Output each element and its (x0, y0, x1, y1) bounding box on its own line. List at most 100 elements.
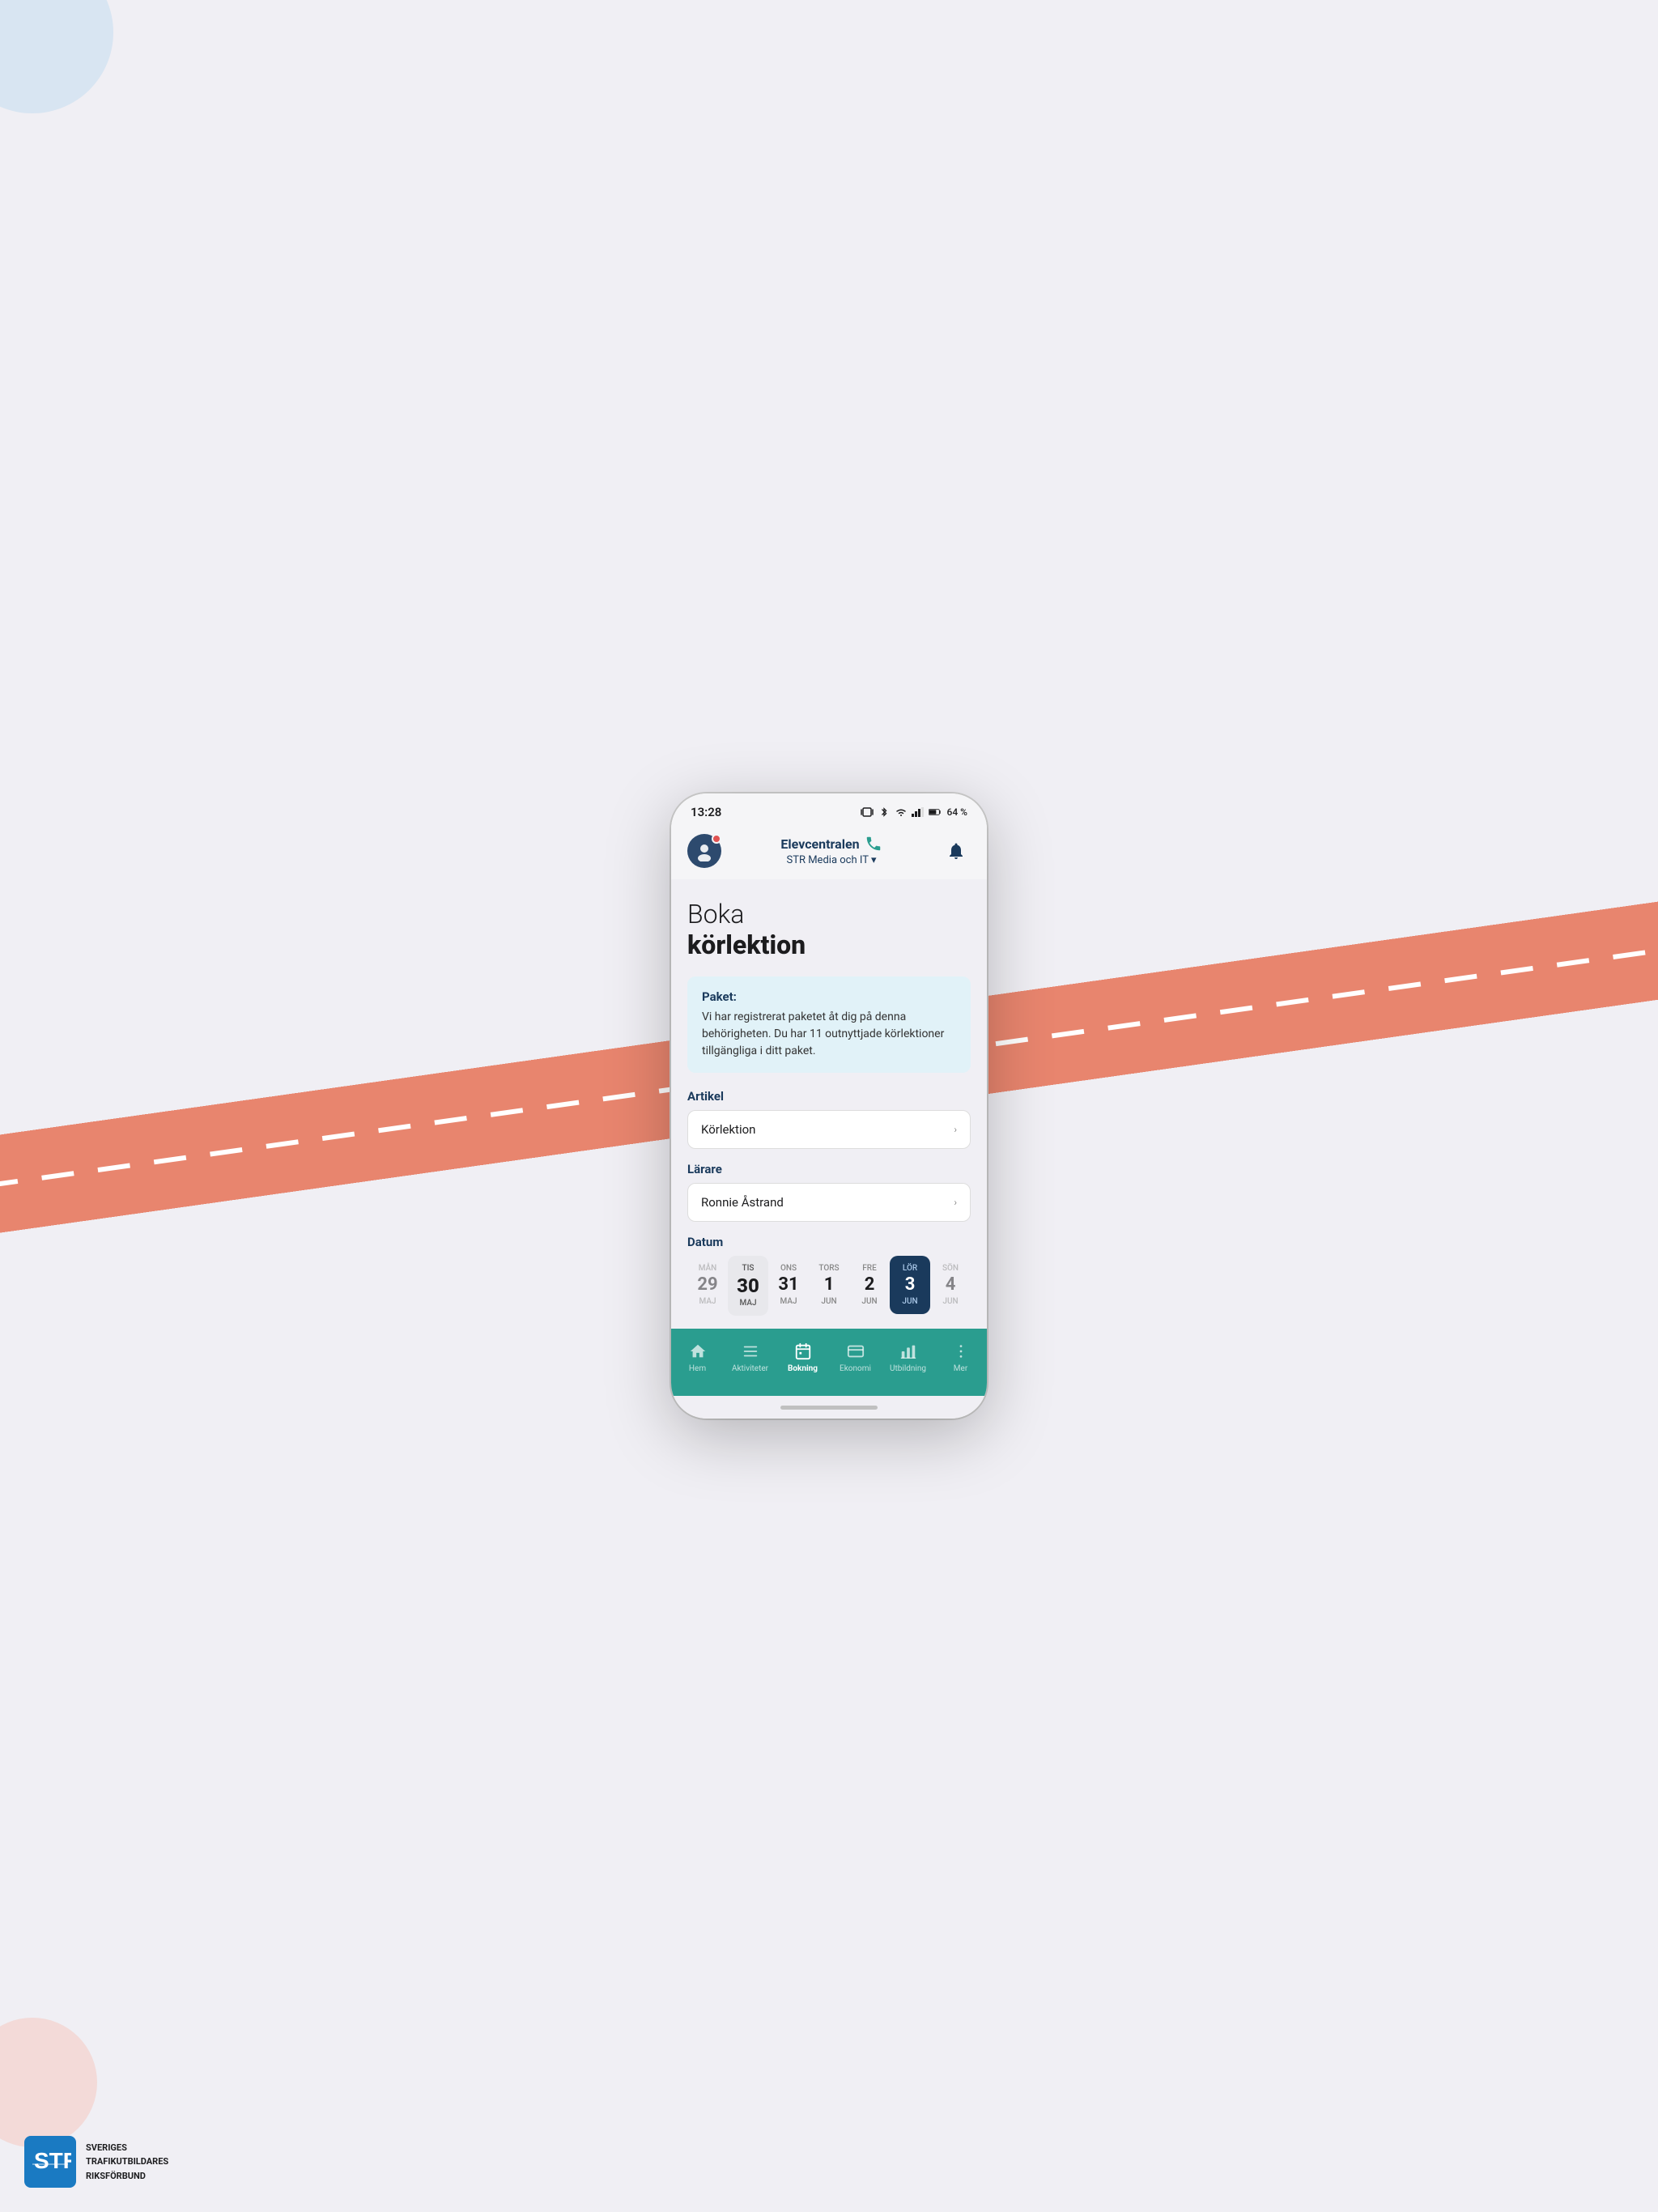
str-logo-abbrev: STR (29, 2139, 71, 2184)
date-row: MÅN 29 MAJ TIS 30 MAJ ONS 31 MAJ TORS 1 … (687, 1256, 971, 1316)
date-day-name: TIS (731, 1264, 765, 1273)
datum-section: Datum MÅN 29 MAJ TIS 30 MAJ ONS 31 MAJ T… (687, 1235, 971, 1316)
subtitle-chevron: ▾ (871, 854, 877, 866)
nav-item-aktiviteter[interactable]: Aktiviteter (724, 1338, 776, 1376)
str-logo-box: STR (24, 2136, 76, 2188)
larare-value: Ronnie Åstrand (701, 1195, 784, 1210)
main-content: Boka körlektion Paket: Vi har registrera… (671, 879, 987, 1329)
str-logo: STR SVERIGES TRAFIKUTBILDARES RIKSFÖRBUN… (24, 2136, 168, 2188)
card-nav-icon (846, 1342, 865, 1361)
date-month: MAJ (772, 1297, 806, 1306)
date-cell-fre[interactable]: FRE 2 JUN (849, 1256, 890, 1314)
battery-percent: 64 % (947, 806, 967, 818)
status-bar: 13:28 (671, 793, 987, 826)
str-org-name: SVERIGES TRAFIKUTBILDARES RIKSFÖRBUND (86, 2141, 168, 2184)
list-nav-icon (741, 1342, 760, 1361)
artikel-label: Artikel (687, 1089, 971, 1104)
calendar-nav-icon (793, 1342, 813, 1361)
battery-icon (929, 807, 942, 817)
date-month: MAJ (691, 1297, 725, 1306)
date-day-name: LÖR (893, 1264, 927, 1273)
date-month: JUN (852, 1297, 886, 1306)
subtitle-text: STR Media och IT (787, 854, 869, 866)
header-subtitle[interactable]: STR Media och IT ▾ (721, 854, 942, 866)
signal-icon (912, 807, 925, 817)
nav-item-bokning[interactable]: Bokning (776, 1338, 829, 1376)
status-time: 13:28 (691, 805, 721, 819)
page-title: Boka körlektion (687, 899, 971, 961)
nav-item-utbildning[interactable]: Utbildning (882, 1338, 934, 1376)
date-cell-mån[interactable]: MÅN 29 MAJ (687, 1256, 728, 1314)
chart-nav-icon (899, 1342, 918, 1361)
date-day-name: TORS (812, 1264, 846, 1273)
artikel-group: Artikel Körlektion › (687, 1089, 971, 1149)
artikel-chevron-icon: › (954, 1124, 957, 1135)
info-box: Paket: Vi har registrerat paketet åt dig… (687, 976, 971, 1073)
str-line2: TRAFIKUTBILDARES (86, 2155, 168, 2169)
home-indicator (671, 1396, 987, 1419)
nav-item-mer[interactable]: Mer (934, 1338, 987, 1376)
user-avatar-icon (694, 840, 715, 861)
header-brand: Elevcentralen (721, 835, 942, 853)
date-cell-sön[interactable]: SÖN 4 JUN (930, 1256, 971, 1314)
str-line1: SVERIGES (86, 2141, 168, 2155)
date-cell-tors[interactable]: TORS 1 JUN (809, 1256, 849, 1314)
date-day-name: FRE (852, 1264, 886, 1273)
nav-label-mer: Mer (954, 1364, 967, 1373)
nav-label-ekonomi: Ekonomi (840, 1364, 871, 1373)
date-month: JUN (812, 1297, 846, 1306)
bg-circle-top (0, 0, 113, 113)
phone-container: 13:28 (671, 793, 987, 1419)
date-day-name: MÅN (691, 1264, 725, 1273)
date-cell-tis[interactable]: TIS 30 MAJ (728, 1256, 768, 1316)
datum-label: Datum (687, 1235, 971, 1249)
home-indicator-bar (780, 1406, 878, 1410)
bluetooth-icon (878, 807, 891, 817)
status-icons: 64 % (861, 806, 967, 818)
notification-bell[interactable] (942, 836, 971, 866)
date-number: 31 (772, 1276, 806, 1294)
larare-label: Lärare (687, 1162, 971, 1176)
svg-text:STR: STR (34, 2148, 71, 2173)
bell-icon (946, 841, 966, 861)
date-number: 3 (893, 1276, 927, 1294)
avatar-wrap[interactable] (687, 834, 721, 868)
date-number: 29 (691, 1276, 725, 1294)
date-number: 30 (731, 1276, 765, 1295)
date-cell-ons[interactable]: ONS 31 MAJ (768, 1256, 809, 1314)
date-cell-lör[interactable]: LÖR 3 JUN (890, 1256, 930, 1314)
larare-chevron-icon: › (954, 1197, 957, 1208)
date-day-name: SÖN (933, 1264, 967, 1273)
date-month: JUN (933, 1297, 967, 1306)
app-header: Elevcentralen STR Media och IT ▾ (671, 826, 987, 879)
date-number: 1 (812, 1276, 846, 1294)
str-line3: RIKSFÖRBUND (86, 2169, 168, 2184)
date-number: 4 (933, 1276, 967, 1294)
artikel-value: Körlektion (701, 1122, 755, 1137)
larare-select[interactable]: Ronnie Åstrand › (687, 1183, 971, 1222)
nav-label-utbildning: Utbildning (890, 1364, 926, 1373)
larare-group: Lärare Ronnie Åstrand › (687, 1162, 971, 1222)
avatar-notification-badge (712, 834, 721, 844)
header-center: Elevcentralen STR Media och IT ▾ (721, 835, 942, 866)
nav-item-hem[interactable]: Hem (671, 1338, 724, 1376)
vibrate-icon (861, 807, 874, 817)
nav-label-aktiviteter: Aktiviteter (732, 1364, 768, 1373)
page-title-line1: Boka (687, 899, 971, 929)
date-number: 2 (852, 1276, 886, 1294)
date-day-name: ONS (772, 1264, 806, 1273)
info-box-title: Paket: (702, 989, 956, 1004)
date-month: MAJ (731, 1299, 765, 1308)
page-title-line2: körlektion (687, 929, 971, 960)
info-box-text: Vi har registrerat paketet åt dig på den… (702, 1009, 956, 1060)
nav-label-hem: Hem (689, 1364, 706, 1373)
bg-circle-bottom (0, 2018, 97, 2147)
wifi-icon (895, 807, 908, 817)
phone-icon (865, 835, 882, 853)
date-month: JUN (893, 1297, 927, 1306)
nav-item-ekonomi[interactable]: Ekonomi (829, 1338, 882, 1376)
dots-nav-icon (951, 1342, 971, 1361)
str-logo-svg: STR (29, 2139, 71, 2181)
artikel-select[interactable]: Körlektion › (687, 1110, 971, 1149)
nav-label-bokning: Bokning (788, 1364, 818, 1373)
